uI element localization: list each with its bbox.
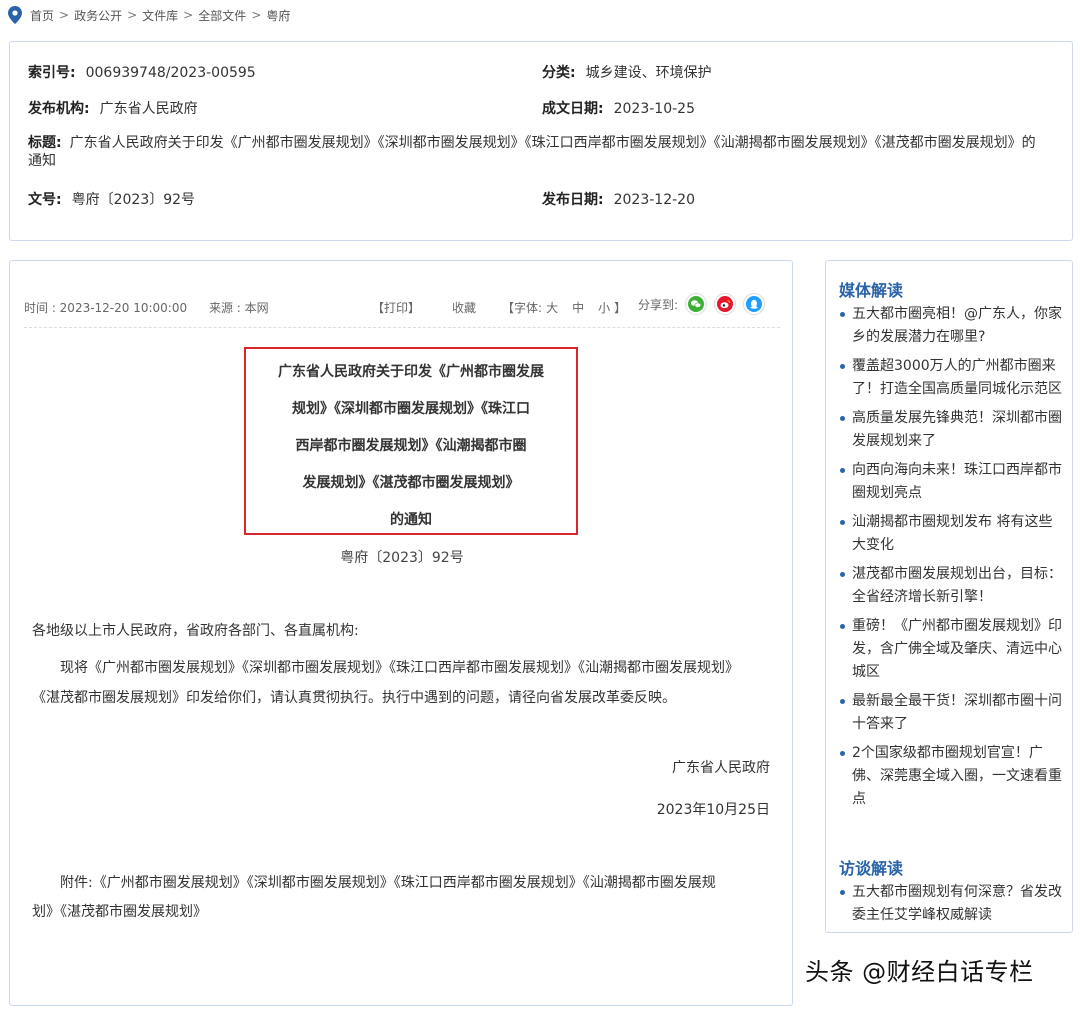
favorite-button[interactable]: 收藏 [452,299,476,316]
article-title-line-1: 广东省人民政府关于印发《广州都市圈发展 [278,364,544,380]
breadcrumb-file-library[interactable]: 文件库 [142,7,178,24]
article-title-line-4: 发展规划》《湛茂都市圈发展规划》 [302,475,520,491]
created-date-value: 2023-10-25 [613,101,695,117]
document-number-label: 文号: [28,192,62,208]
media-news-item[interactable]: 重磅！《广州都市圈发展规划》印发，含广佛全域及肇庆、清远中心城区 [838,615,1066,684]
media-news-item[interactable]: 高质量发展先锋典范！深圳都市圈发展规划来了 [838,407,1066,453]
article-title-line-5: 的通知 [390,512,432,528]
location-pin-icon [8,6,22,24]
attachments-line-2: 划》《湛茂都市圈发展规划》 [32,904,207,920]
print-button[interactable]: 【打印】 [372,299,420,316]
media-news-item[interactable]: 向西向海向未来！珠江口西岸都市圈规划亮点 [838,459,1066,505]
article-info-bar: 时间 : 2023-12-20 10:00:00 来源 : 本网 【打印】 收藏… [24,293,780,316]
breadcrumb-all-files[interactable]: 全部文件 [198,7,246,24]
weibo-icon[interactable] [714,293,737,315]
sidebar-panel: 媒体解读 五大都市圈亮相！@广东人，你家乡的发展潜力在哪里? 覆盖超3000万人… [825,260,1073,933]
font-medium-button[interactable]: 中 [572,299,584,316]
publish-time: 时间 : 2023-12-20 10:00:00 [24,301,188,315]
published-date-row: 发布日期: 2023-12-20 [542,189,695,209]
article-document-number: 粤府〔2023〕92号 [340,550,464,566]
media-interpretation-list: 五大都市圈亮相！@广东人，你家乡的发展潜力在哪里? 覆盖超3000万人的广州都市… [838,303,1066,817]
document-number-value: 粤府〔2023〕92号 [71,192,196,208]
qq-icon[interactable] [743,293,766,315]
share-bar: 分享到: [638,293,766,315]
font-size-close: 】 [614,301,627,315]
source: 来源 : 本网 [208,301,269,315]
font-small-button[interactable]: 小 [598,299,610,316]
category-label: 分类: [542,65,576,81]
font-large-button[interactable]: 大 [546,299,558,316]
attachments-line-1: 附件:《广州都市圈发展规划》《深圳都市圈发展规划》《珠江口西岸都市圈发展规划》《… [60,875,716,891]
article-tools: 【打印】 收藏 【字体: 大 中 小 】 [372,299,626,316]
document-number-row: 文号: 粤府〔2023〕92号 [28,189,195,209]
created-date-row: 成文日期: 2023-10-25 [542,98,695,118]
watermark: 头条 @财经白话专栏 [805,958,1034,986]
signature-organization: 广东省人民政府 [672,760,770,776]
interview-interpretation-list: 五大都市圈规划有何深意？省发改委主任艾学峰权威解读 [838,881,1066,933]
article-title-line-2: 规划》《深圳都市圈发展规划》《珠江口 [292,401,530,417]
signature-date: 2023年10月25日 [656,802,770,818]
article-panel: 时间 : 2023-12-20 10:00:00 来源 : 本网 【打印】 收藏… [9,260,793,1006]
published-date-label: 发布日期: [542,192,604,208]
category-value: 城乡建设、环境保护 [585,65,712,81]
article-title-highlight: 广东省人民政府关于印发《广州都市圈发展 规划》《深圳都市圈发展规划》《珠江口 西… [244,347,578,535]
media-news-item[interactable]: 五大都市圈亮相！@广东人，你家乡的发展潜力在哪里? [838,303,1066,349]
document-metadata-panel: 索引号: 006939748/2023-00595 分类: 城乡建设、环境保护 发布… [9,41,1073,241]
share-label: 分享到: [638,297,679,312]
wechat-icon[interactable] [685,293,708,315]
published-date-value: 2023-12-20 [613,192,695,208]
breadcrumb-home[interactable]: 首页 [30,7,54,24]
media-interpretation-heading: 媒体解读 [839,281,904,300]
breadcrumb-current[interactable]: 粤府 [266,7,290,24]
interview-interpretation-heading: 访谈解读 [839,859,904,878]
publisher-label: 发布机构: [28,101,90,117]
publisher-row: 发布机构: 广东省人民政府 [28,98,198,118]
breadcrumb: 首页 > 政务公开 > 文件库 > 全部文件 > 粤府 [8,4,290,26]
index-number-row: 索引号: 006939748/2023-00595 [28,62,256,82]
body-paragraph-line-1: 现将《广州都市圈发展规划》《深圳都市圈发展规划》《珠江口西岸都市圈发展规划》《汕… [60,660,739,676]
title-row: 标题: 广东省人民政府关于印发《广州都市圈发展规划》《深圳都市圈发展规划》《珠江口… [28,134,1048,170]
divider [24,327,780,328]
salutation: 各地级以上市人民政府，省政府各部门、各直属机构: [32,623,359,639]
title-value: 广东省人民政府关于印发《广州都市圈发展规划》《深圳都市圈发展规划》《珠江口西岸都… [28,135,1036,169]
media-news-item[interactable]: 覆盖超3000万人的广州都市圈来了！打造全国高质量同城化示范区 [838,355,1066,401]
breadcrumb-gov-affairs[interactable]: 政务公开 [74,7,122,24]
title-label: 标题: [28,135,62,151]
index-number-value: 006939748/2023-00595 [85,65,256,81]
media-news-item[interactable]: 湛茂都市圈发展规划出台，目标：全省经济增长新引擎！ [838,563,1066,609]
body-paragraph-line-2: 《湛茂都市圈发展规划》印发给你们，请认真贯彻执行。执行中遇到的问题，请径向省发展… [32,690,676,706]
category-row: 分类: 城乡建设、环境保护 [542,62,712,82]
interview-news-item[interactable]: 五大都市圈规划有何深意？省发改委主任艾学峰权威解读 [838,881,1066,927]
index-number-label: 索引号: [28,65,76,81]
font-size-label: 【字体: [502,301,543,315]
media-news-item[interactable]: 2个国家级都市圈规划官宣！广佛、深莞惠全域入圈，一文速看重点 [838,742,1066,811]
media-news-item[interactable]: 汕潮揭都市圈规划发布 将有这些大变化 [838,511,1066,557]
created-date-label: 成文日期: [542,101,604,117]
publisher-value: 广东省人民政府 [99,101,198,117]
article-title-line-3: 西岸都市圈发展规划》《汕潮揭都市圈 [295,438,527,454]
media-news-item[interactable]: 最新最全最干货！深圳都市圈十问十答来了 [838,690,1066,736]
